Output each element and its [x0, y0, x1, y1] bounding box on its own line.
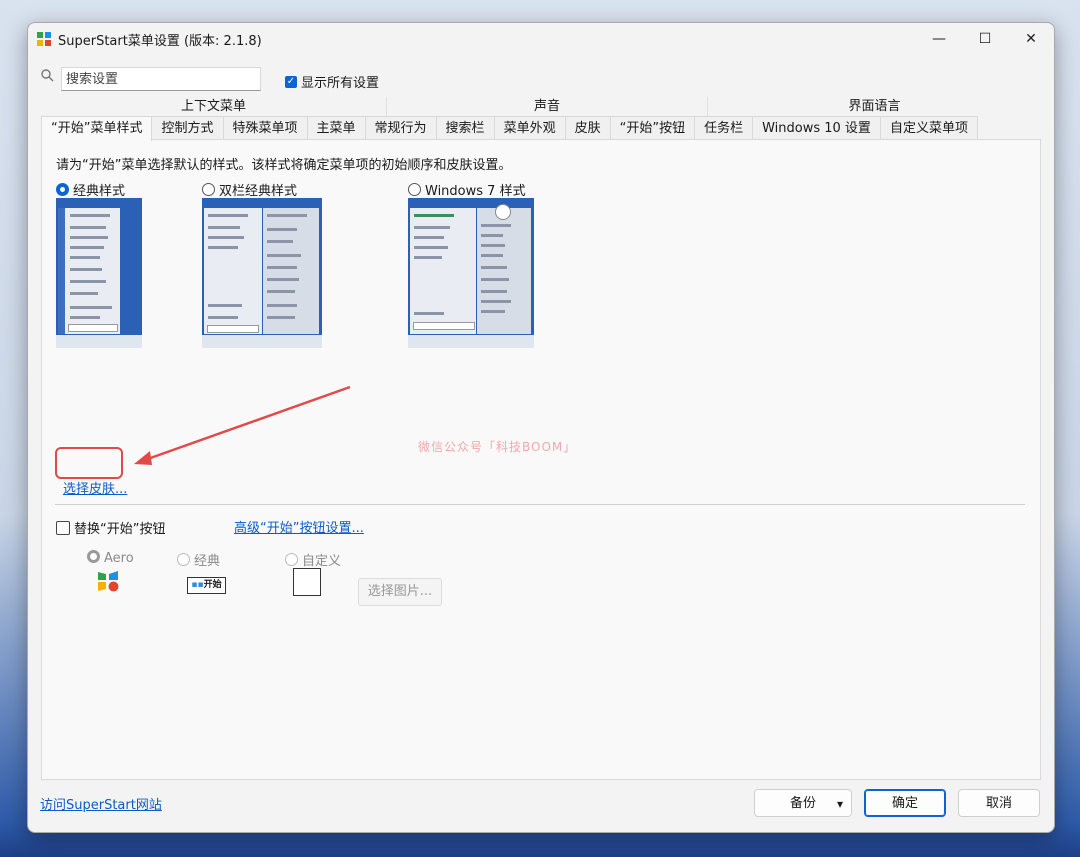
app-logo-icon: [37, 32, 51, 46]
radio-selected-icon: [56, 183, 69, 196]
settings-window: SuperStart菜单设置 (版本: 2.1.8) — ☐ ✕ ✓ 显示所有设…: [27, 22, 1055, 833]
radio-classic-button-label: 经典: [194, 554, 221, 569]
preview-taskbar: [408, 335, 534, 348]
maximize-button[interactable]: ☐: [962, 23, 1008, 55]
radio-custom-label: 自定义: [302, 554, 342, 569]
show-all-settings-checkbox[interactable]: ✓ 显示所有设置: [285, 72, 379, 91]
radio-custom[interactable]: 自定义: [285, 550, 341, 569]
radio-win7-style[interactable]: Windows 7 样式: [408, 180, 526, 199]
checkmark-icon: ✓: [285, 75, 297, 88]
preview-side-banner: [58, 208, 65, 334]
radio-selected-icon: [87, 550, 100, 563]
watermark-text: 微信公众号「科技BOOM」: [418, 440, 577, 454]
tab-group-row: 上下文菜单 声音 界面语言: [41, 97, 1041, 116]
show-all-label: 显示所有设置: [301, 76, 380, 91]
minimize-button[interactable]: —: [916, 23, 962, 55]
preview-menu-panel: [58, 208, 120, 334]
tab-start-button[interactable]: “开始”按钮: [609, 116, 696, 140]
tab-start-menu-style[interactable]: “开始”菜单样式: [41, 116, 153, 141]
backup-button[interactable]: 备份 ▾: [754, 789, 852, 817]
close-button[interactable]: ✕: [1008, 23, 1054, 55]
preview-right-column: [477, 204, 531, 334]
radio-classic-button[interactable]: 经典: [177, 550, 220, 569]
backup-label: 备份: [789, 796, 816, 811]
tab-group-language: 界面语言: [707, 97, 1041, 116]
annotation-highlight-box: [55, 447, 123, 479]
search-input[interactable]: [61, 67, 261, 91]
tab-bar: “开始”菜单样式 控制方式 特殊菜单项 主菜单 常规行为 搜索栏 菜单外观 皮肤…: [41, 116, 978, 141]
search-icon: [41, 69, 54, 82]
classic-start-text: 开始: [203, 580, 222, 590]
classic-style-preview[interactable]: [56, 198, 142, 348]
preview-taskbar: [202, 335, 322, 348]
advanced-start-button-link[interactable]: 高级“开始”按钮设置...: [234, 517, 364, 536]
annotation-arrow-icon: [134, 385, 351, 465]
radio-icon: [177, 553, 190, 566]
tab-group-sound: 声音: [386, 97, 707, 116]
preview-menu-panel: [204, 208, 262, 334]
style-instruction: 请为“开始”菜单选择默认的样式。该样式将确定菜单项的初始顺序和皮肤设置。: [56, 158, 512, 173]
cancel-button[interactable]: 取消: [958, 789, 1040, 817]
radio-classic-label: 经典样式: [73, 184, 126, 199]
replace-start-button-checkbox[interactable]: 替换“开始”按钮: [56, 518, 165, 537]
user-avatar-icon: [495, 204, 511, 220]
tab-group-context-menu: 上下文菜单: [180, 99, 246, 114]
section-divider: [55, 504, 1025, 505]
radio-two-column-label: 双栏经典样式: [219, 184, 298, 199]
tab-main-menu[interactable]: 主菜单: [306, 116, 366, 140]
radio-win7-label: Windows 7 样式: [425, 184, 526, 199]
tab-general-behavior[interactable]: 常规行为: [364, 116, 437, 140]
tab-custom-menu-items[interactable]: 自定义菜单项: [879, 116, 978, 140]
tab-windows10-settings[interactable]: Windows 10 设置: [752, 116, 881, 140]
tab-control[interactable]: 控制方式: [151, 116, 224, 140]
window-title: SuperStart菜单设置 (版本: 2.1.8): [58, 34, 262, 49]
replace-start-button-label: 替换“开始”按钮: [74, 522, 166, 537]
tab-skin[interactable]: 皮肤: [564, 116, 611, 140]
checkbox-icon: [56, 521, 70, 535]
radio-icon: [202, 183, 215, 196]
select-image-button[interactable]: 选择图片...: [358, 578, 442, 606]
visit-website-link[interactable]: 访问SuperStart网站: [40, 794, 162, 813]
dropdown-arrow-icon[interactable]: ▾: [837, 790, 843, 818]
custom-image-preview: [293, 568, 321, 596]
tab-menu-look[interactable]: 菜单外观: [493, 116, 566, 140]
aero-start-logo-icon: [98, 571, 119, 592]
title-bar: SuperStart菜单设置 (版本: 2.1.8) — ☐ ✕: [28, 23, 1054, 55]
radio-icon: [408, 183, 421, 196]
radio-aero-label: Aero: [104, 551, 134, 566]
radio-aero[interactable]: Aero: [87, 550, 134, 566]
tab-search-box[interactable]: 搜索栏: [435, 116, 495, 140]
preview-taskbar: [56, 335, 142, 348]
radio-classic-style[interactable]: 经典样式: [56, 180, 125, 199]
preview-right-column: [263, 208, 319, 334]
tab-taskbar[interactable]: 任务栏: [694, 116, 754, 140]
classic-start-mini-icon: ▪▪: [191, 580, 204, 590]
two-column-style-preview[interactable]: [202, 198, 322, 348]
win7-style-preview[interactable]: [408, 198, 534, 348]
select-skin-link[interactable]: 选择皮肤...: [63, 478, 127, 497]
radio-two-column-style[interactable]: 双栏经典样式: [202, 180, 297, 199]
ok-button[interactable]: 确定: [864, 789, 946, 817]
preview-menu-panel: [410, 208, 476, 334]
tab-special-items[interactable]: 特殊菜单项: [222, 116, 308, 140]
classic-start-button-preview: ▪▪开始: [187, 577, 226, 594]
radio-icon: [285, 553, 298, 566]
